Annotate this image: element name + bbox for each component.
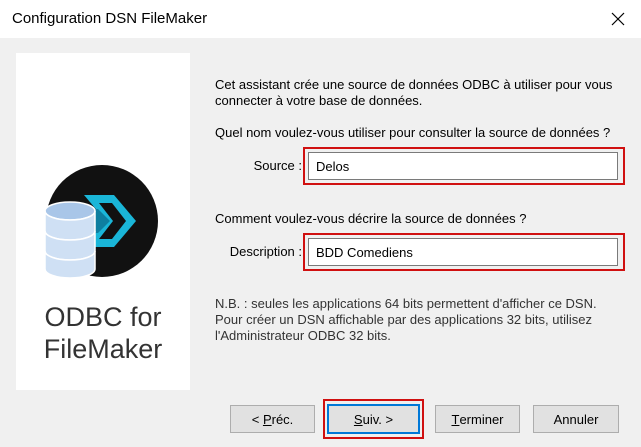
source-field-highlight [303,147,625,185]
note-line2: Pour créer un DSN affichable par des app… [215,312,592,327]
next-rest: uiv. > [362,411,394,427]
odbc-filemaker-logo-icon [44,165,158,279]
next-mnemonic: S [353,411,363,427]
description-label: Description : [229,244,302,259]
title-bar: Configuration DSN FileMaker [0,0,641,38]
source-question: Quel nom voulez-vous utiliser pour consu… [215,125,611,140]
note-line1: N.B. : seules les applications 64 bits p… [215,296,597,311]
intro-text: Cet assistant crée une source de données… [215,77,613,108]
prev-prefix: < [251,411,263,427]
source-label: Source : [253,158,302,173]
next-button[interactable]: Suiv. > [327,404,420,434]
description-field-highlight [303,233,625,271]
close-icon [611,12,625,26]
note-line3: l'Administrateur ODBC 32 bits. [215,328,391,343]
cancel-button[interactable]: Annuler [533,405,619,433]
finish-rest: erminer [459,411,504,427]
close-button[interactable] [595,0,641,38]
side-panel: ODBC for FileMaker [16,53,190,390]
logo-caption: ODBC for FileMaker [16,301,190,365]
prev-mnemonic: P [262,411,272,427]
finish-button[interactable]: Terminer [435,405,520,433]
description-question: Comment voulez-vous décrire la source de… [215,211,527,226]
logo-caption-line2: FileMaker [43,334,163,364]
source-input[interactable] [308,152,618,180]
logo-caption-line1: ODBC for [44,302,162,332]
previous-button[interactable]: < Préc. [230,405,315,433]
prev-rest: réc. [271,411,294,427]
finish-mnemonic: T [451,411,460,427]
bitness-note: N.B. : seules les applications 64 bits p… [215,296,635,344]
window-title: Configuration DSN FileMaker [12,10,208,27]
description-input[interactable] [308,238,618,266]
dsn-config-dialog: Configuration DSN FileMaker ODBC for Fil… [0,0,641,447]
